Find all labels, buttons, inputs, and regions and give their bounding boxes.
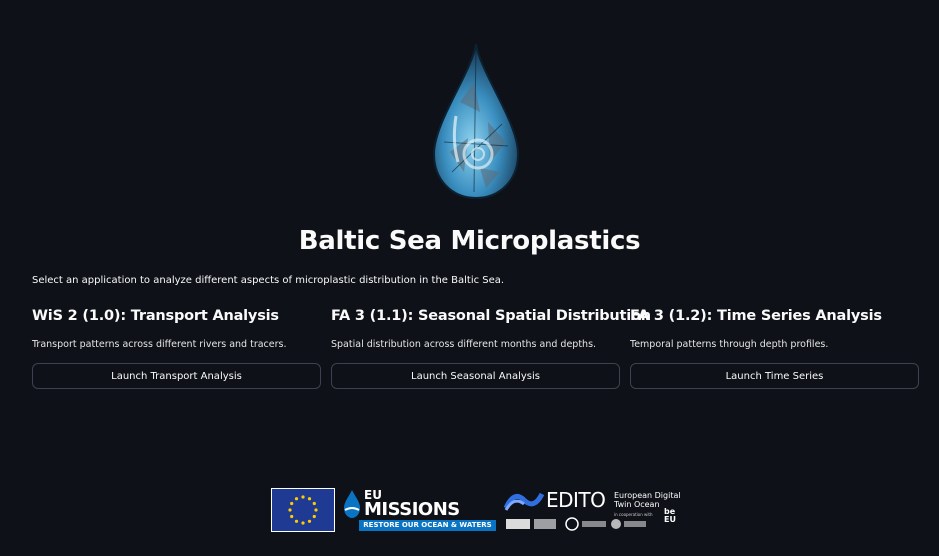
eu-flag-logo bbox=[271, 488, 335, 532]
water-droplet-icon bbox=[432, 43, 520, 200]
app-description-timeseries: Temporal patterns through depth profiles… bbox=[630, 339, 829, 350]
missions-drop-icon bbox=[344, 490, 360, 518]
app-heading-transport: WiS 2 (1.0): Transport Analysis bbox=[32, 308, 279, 324]
app-heading-timeseries: FA 3 (1.2): Time Series Analysis bbox=[630, 308, 882, 324]
launch-seasonal-button[interactable]: Launch Seasonal Analysis bbox=[331, 363, 620, 389]
app-heading-seasonal: FA 3 (1.1): Seasonal Spatial Distributio… bbox=[331, 308, 651, 324]
edito-wave-icon bbox=[504, 492, 544, 511]
missions-label: MISSIONS bbox=[364, 499, 460, 520]
launch-timeseries-button[interactable]: Launch Time Series bbox=[630, 363, 919, 389]
app-description-transport: Transport patterns across different rive… bbox=[32, 339, 287, 350]
missions-tagline: RESTORE OUR OCEAN & WATERS bbox=[359, 520, 496, 531]
launch-transport-button[interactable]: Launch Transport Analysis bbox=[32, 363, 321, 389]
page-title: Baltic Sea Microplastics bbox=[298, 226, 641, 256]
edito-label: EDITO bbox=[546, 488, 606, 512]
app-description-seasonal: Spatial distribution across different mo… bbox=[331, 339, 597, 350]
app-card-timeseries: FA 3 (1.2): Time Series Analysis Tempora… bbox=[630, 308, 919, 389]
be-eu-logo: be EU bbox=[664, 507, 676, 524]
edito-logo: EDITO European Digital Twin Ocean in coo… bbox=[504, 488, 684, 534]
app-card-seasonal: FA 3 (1.1): Seasonal Spatial Distributio… bbox=[331, 308, 651, 389]
app-card-transport: WiS 2 (1.0): Transport Analysis Transpor… bbox=[32, 308, 321, 389]
intro-text: Select an application to analyze differe… bbox=[32, 275, 505, 286]
eu-missions-logo: EU MISSIONS RESTORE OUR OCEAN & WATERS bbox=[342, 488, 496, 532]
partner-logos-icon bbox=[506, 517, 646, 531]
edito-subtitle-line1: European Digital bbox=[614, 491, 681, 500]
